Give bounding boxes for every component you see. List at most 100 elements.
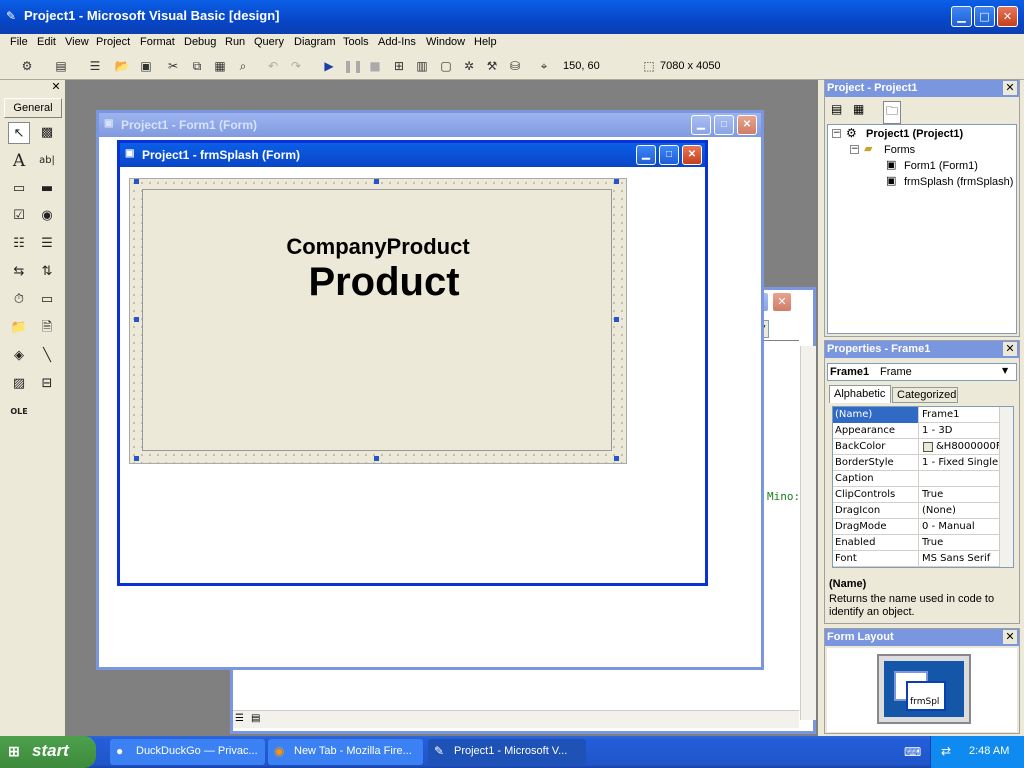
- tab-categorized[interactable]: Categorized: [892, 387, 958, 403]
- menu-diagram[interactable]: Diagram: [294, 36, 336, 48]
- full-module-view-icon[interactable]: ▤: [251, 713, 260, 724]
- chevron-down-icon[interactable]: ▼: [1002, 366, 1008, 375]
- form1-close-button[interactable]: ✕: [737, 115, 757, 135]
- property-row[interactable]: Enabled True: [833, 535, 999, 551]
- property-row[interactable]: (Name) Frame1: [833, 407, 999, 423]
- menu-help[interactable]: Help: [474, 36, 497, 48]
- property-row[interactable]: ClipControls True: [833, 487, 999, 503]
- product-label[interactable]: Product: [143, 260, 625, 305]
- frmsplash-layout-thumb[interactable]: frmSpl: [906, 681, 946, 711]
- project-panel-close-icon[interactable]: ✕: [1003, 81, 1017, 95]
- collapse-icon[interactable]: −: [832, 129, 841, 138]
- company-product-label[interactable]: CompanyProduct: [143, 234, 613, 260]
- menu-tools[interactable]: Tools: [343, 36, 369, 48]
- property-row[interactable]: DragIcon (None): [833, 503, 999, 519]
- property-row[interactable]: Font MS Sans Serif: [833, 551, 999, 567]
- minimize-button[interactable]: ▁: [951, 6, 972, 27]
- menu-file[interactable]: File: [10, 36, 28, 48]
- property-value[interactable]: 1 - Fixed Single: [920, 455, 1000, 471]
- picturebox-icon[interactable]: ▩: [36, 122, 58, 144]
- selection-handle[interactable]: [614, 179, 619, 184]
- toolbox-close-icon[interactable]: ✕: [49, 80, 63, 94]
- find-icon[interactable]: ⌕: [234, 57, 252, 75]
- property-value[interactable]: 0 - Manual: [920, 519, 1000, 535]
- pointer-icon[interactable]: ↖: [8, 122, 30, 144]
- frmsplash-minimize-button[interactable]: ▁: [636, 145, 656, 165]
- property-row[interactable]: Caption: [833, 471, 999, 487]
- combobox-icon[interactable]: ☷: [8, 233, 30, 255]
- listbox-icon[interactable]: ☰: [36, 233, 58, 255]
- undo-icon[interactable]: ↶: [264, 57, 282, 75]
- menu-view[interactable]: View: [65, 36, 89, 48]
- property-value[interactable]: 1 - 3D: [920, 423, 1000, 439]
- selection-handle[interactable]: [134, 456, 139, 461]
- dirlistbox-icon[interactable]: 📁: [8, 317, 30, 339]
- splash-form-design-surface[interactable]: CompanyProduct Product: [129, 178, 627, 464]
- filelistbox-icon[interactable]: 🗎: [36, 317, 58, 339]
- run-icon[interactable]: ▶: [320, 57, 338, 75]
- copy-icon[interactable]: ⧉: [188, 57, 206, 75]
- object-dropdown[interactable]: Frame1 Frame ▼: [827, 363, 1017, 381]
- properties-window-icon[interactable]: ▥: [413, 57, 431, 75]
- open-folder-icon[interactable]: 📂: [113, 57, 131, 75]
- forms-folder-node[interactable]: Forms: [884, 144, 915, 156]
- add-project-icon[interactable]: ⚙: [18, 57, 36, 75]
- menu-project[interactable]: Project: [96, 36, 130, 48]
- selection-handle[interactable]: [374, 179, 379, 184]
- property-value[interactable]: (None): [920, 503, 1000, 519]
- drivelistbox-icon[interactable]: ▭: [36, 289, 58, 311]
- line-icon[interactable]: ╲: [36, 345, 58, 367]
- menu-editor-icon[interactable]: ☰: [86, 57, 104, 75]
- menu-edit[interactable]: Edit: [37, 36, 56, 48]
- add-form-icon[interactable]: ▤: [52, 57, 70, 75]
- property-row[interactable]: BackColor &H8000000F: [833, 439, 1000, 455]
- task-duckduckgo[interactable]: ● DuckDuckGo — Privac...: [110, 739, 265, 765]
- menu-format[interactable]: Format: [140, 36, 175, 48]
- frame1[interactable]: CompanyProduct Product: [142, 189, 612, 451]
- menu-debug[interactable]: Debug: [184, 36, 216, 48]
- image-icon[interactable]: ▨: [8, 373, 30, 395]
- property-value[interactable]: True: [920, 487, 1000, 503]
- project-explorer-icon[interactable]: ⊞: [390, 57, 408, 75]
- stop-icon[interactable]: ■: [366, 57, 384, 75]
- toolbox-icon[interactable]: ⚒: [483, 57, 501, 75]
- textbox-icon[interactable]: ab|: [36, 150, 58, 172]
- view-code-icon[interactable]: ▤: [831, 102, 842, 116]
- maximize-button[interactable]: □: [974, 6, 995, 27]
- network-icon[interactable]: ⇄: [941, 744, 951, 758]
- form1-maximize-button[interactable]: □: [714, 115, 734, 135]
- hscrollbar-icon[interactable]: ⇆: [8, 261, 30, 283]
- code-close-button[interactable]: ✕: [772, 292, 792, 312]
- commandbutton-icon[interactable]: ▬: [36, 178, 58, 200]
- property-value[interactable]: True: [920, 535, 1000, 551]
- form1-minimize-button[interactable]: ▁: [691, 115, 711, 135]
- tree-item-frmsplash[interactable]: frmSplash (frmSplash): [904, 176, 1013, 188]
- ole-icon[interactable]: OLE: [8, 401, 30, 423]
- shape-icon[interactable]: ◈: [8, 345, 30, 367]
- optionbutton-icon[interactable]: ◉: [36, 205, 58, 227]
- form-layout-close-icon[interactable]: ✕: [1003, 630, 1017, 644]
- property-value[interactable]: Frame1: [920, 407, 1000, 423]
- property-grid-scrollbar[interactable]: [999, 407, 1013, 567]
- tab-alphabetic[interactable]: Alphabetic: [829, 385, 891, 403]
- pause-icon[interactable]: ❚❚: [343, 57, 363, 75]
- selection-handle[interactable]: [134, 179, 139, 184]
- selection-handle[interactable]: [134, 317, 139, 322]
- properties-panel-close-icon[interactable]: ✕: [1003, 342, 1017, 356]
- view-object-icon[interactable]: ▦: [853, 102, 864, 116]
- property-row[interactable]: BorderStyle 1 - Fixed Single: [833, 455, 999, 471]
- property-value[interactable]: [920, 471, 1000, 487]
- timer-icon[interactable]: ⏱: [8, 289, 30, 311]
- frmsplash-maximize-button[interactable]: □: [659, 145, 679, 165]
- menu-query[interactable]: Query: [254, 36, 284, 48]
- object-browser-icon[interactable]: ✲: [460, 57, 478, 75]
- code-vertical-scrollbar[interactable]: [800, 346, 816, 720]
- toggle-folders-icon[interactable]: 🗀: [883, 101, 902, 124]
- procedure-view-icon[interactable]: ☰: [235, 713, 244, 724]
- data-control-icon[interactable]: ⊟: [36, 373, 58, 395]
- selection-handle[interactable]: [374, 456, 379, 461]
- task-firefox[interactable]: ◉ New Tab - Mozilla Fire...: [268, 739, 423, 765]
- property-row[interactable]: Appearance 1 - 3D: [833, 423, 999, 439]
- property-value[interactable]: MS Sans Serif: [920, 551, 1000, 567]
- checkbox-icon[interactable]: ☑: [8, 205, 30, 227]
